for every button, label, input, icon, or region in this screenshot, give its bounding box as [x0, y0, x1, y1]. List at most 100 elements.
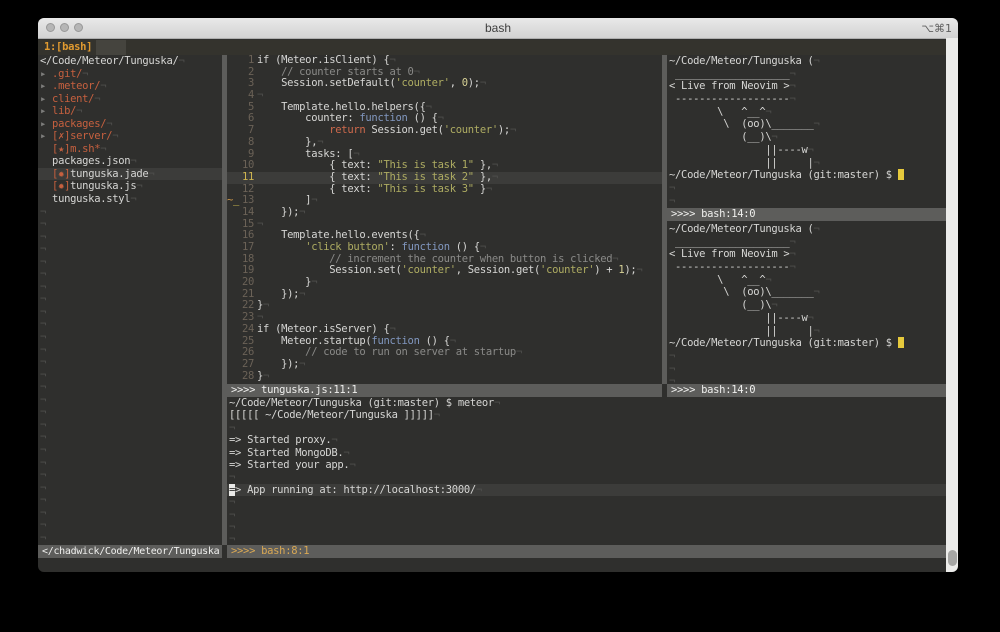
- terminal-line: ¬: [227, 533, 946, 545]
- terminal-line: < Live from Neovim >¬: [667, 248, 946, 261]
- terminal-line: || |¬: [667, 157, 946, 170]
- prompt-cursor: [898, 169, 904, 180]
- terminal-window: bash ⌥⌘1 1:[bash] </Code/Meteor/Tunguska…: [38, 18, 958, 572]
- tmux-window-block: [96, 40, 126, 55]
- tree-blank-line: ¬: [38, 494, 222, 507]
- tree-blank-line: ¬: [38, 318, 222, 331]
- tree-item-client-[interactable]: ▸ client/¬: [38, 93, 222, 106]
- terminal-line: ~/Code/Meteor/Tunguska (¬: [667, 223, 946, 236]
- terminal-line: ¬: [667, 375, 946, 384]
- line-number: 4: [240, 90, 254, 102]
- terminal-line: ¬: [227, 509, 946, 521]
- tree-blank-line: ¬: [38, 457, 222, 470]
- code-line-27[interactable]: 27 });¬: [227, 359, 662, 371]
- tree-item-m.sh-[interactable]: [★]m.sh*¬: [38, 143, 222, 156]
- terminal-line: ___________________¬: [667, 68, 946, 81]
- tree-blank-line: ¬: [38, 243, 222, 256]
- terminal-line: || |¬: [667, 325, 946, 338]
- gitgutter-sign: [227, 254, 240, 266]
- screen: bash ⌥⌘1 1:[bash] </Code/Meteor/Tunguska…: [0, 0, 1000, 632]
- tree-item-lib-[interactable]: ▸ lib/¬: [38, 105, 222, 118]
- gitgutter-sign: [227, 67, 240, 79]
- terminal-line: -------------------¬: [667, 261, 946, 274]
- scrollbar-thumb[interactable]: [948, 550, 957, 566]
- terminal-line: ¬: [667, 350, 946, 363]
- scrollbar-track[interactable]: [946, 38, 958, 572]
- terminal-line: ~/Code/Meteor/Tunguska (git:master) $: [667, 169, 946, 182]
- line-number: 17: [240, 242, 254, 254]
- terminal-line: ||----w¬: [667, 144, 946, 157]
- code-line-3[interactable]: 3 Session.setDefault('counter', 0);¬: [227, 78, 662, 90]
- tree-item-tunguska.styl[interactable]: tunguska.styl¬: [38, 193, 222, 206]
- terminal-line: => Started your app.¬: [227, 459, 946, 471]
- terminal-line: (__)\¬: [667, 131, 946, 144]
- tree-blank-line: ¬: [38, 419, 222, 432]
- terminal-line: ~/Code/Meteor/Tunguska (git:master) $: [667, 337, 946, 350]
- code-line-14[interactable]: 14 });¬: [227, 207, 662, 219]
- terminal-line: ¬: [667, 195, 946, 208]
- gitgutter-sign: [227, 207, 240, 219]
- tree-root[interactable]: </Code/Meteor/Tunguska/¬: [38, 55, 222, 68]
- terminal-pane-middle[interactable]: ~/Code/Meteor/Tunguska (¬ ______________…: [667, 223, 946, 384]
- gitgutter-sign: [227, 102, 240, 114]
- tree-blank-line: ¬: [38, 356, 222, 369]
- gitgutter-sign: [227, 324, 240, 336]
- terminal-line: => App running at: http://localhost:3000…: [227, 484, 946, 496]
- line-number: 11: [240, 172, 254, 184]
- nerdtree-pane[interactable]: </Code/Meteor/Tunguska/¬▸ .git/¬▸ .meteo…: [38, 55, 222, 545]
- gitgutter-sign: [227, 113, 240, 125]
- line-number: 14: [240, 207, 254, 219]
- window-title: bash: [38, 21, 958, 35]
- terminal-line: (__)\¬: [667, 299, 946, 312]
- gitgutter-sign: ~_: [227, 195, 240, 207]
- gitgutter-sign: [227, 137, 240, 149]
- code-line-21[interactable]: 21 });¬: [227, 289, 662, 301]
- line-number: 1: [240, 55, 254, 67]
- tree-item-.meteor-[interactable]: ▸ .meteor/¬: [38, 80, 222, 93]
- window-shortcut-badge: ⌥⌘1: [921, 22, 952, 35]
- tree-item-packages.json[interactable]: packages.json¬: [38, 155, 222, 168]
- terminal-line: ¬: [667, 363, 946, 376]
- tree-item-server-[interactable]: ▸ [✗]server/¬: [38, 130, 222, 143]
- gitgutter-sign: [227, 300, 240, 312]
- gitgutter-sign: [227, 230, 240, 242]
- line-number: 8: [240, 137, 254, 149]
- terminal-line: [[[[[ ~/Code/Meteor/Tunguska ]]]]]¬: [227, 409, 946, 421]
- tree-blank-line: ¬: [38, 469, 222, 482]
- gitgutter-sign: [227, 172, 240, 184]
- terminal-line: < Live from Neovim >¬: [667, 80, 946, 93]
- line-number: 24: [240, 324, 254, 336]
- tree-item-tunguska.js[interactable]: [✹]tunguska.js¬: [38, 180, 222, 193]
- status-bar-nerdtree: </chadwick/Code/Meteor/Tunguska: [38, 545, 222, 558]
- tree-blank-line: ¬: [38, 444, 222, 457]
- line-number: 27: [240, 359, 254, 371]
- editor-pane[interactable]: 1if (Meteor.isClient) {¬2 // counter sta…: [227, 55, 662, 384]
- tree-blank-line: ¬: [38, 394, 222, 407]
- terminal-pane-bottom[interactable]: ~/Code/Meteor/Tunguska (git:master) $ me…: [227, 397, 946, 545]
- window-titlebar[interactable]: bash ⌥⌘1: [38, 18, 958, 39]
- terminal-line: ¬: [227, 496, 946, 508]
- gitgutter-sign: [227, 312, 240, 324]
- code-line-28[interactable]: 28}¬: [227, 371, 662, 383]
- tmux-session-label[interactable]: 1:[bash]: [44, 41, 92, 53]
- tree-blank-line: ¬: [38, 206, 222, 219]
- tree-blank-line: ¬: [38, 331, 222, 344]
- status-bar-terminal-top: >>>> bash:14:0: [667, 208, 946, 221]
- tree-blank-line: ¬: [38, 218, 222, 231]
- tree-item-packages-[interactable]: ▸ packages/¬: [38, 118, 222, 131]
- tree-blank-line: ¬: [38, 268, 222, 281]
- tree-blank-line: ¬: [38, 532, 222, 545]
- code-line-22[interactable]: 22}¬: [227, 300, 662, 312]
- status-bar-editor: >>>> tunguska.js:11:1: [227, 384, 662, 397]
- gitgutter-sign: [227, 160, 240, 172]
- gitgutter-sign: [227, 78, 240, 90]
- terminal-line: \ ^__^¬: [667, 106, 946, 119]
- line-number: 28: [240, 371, 254, 383]
- status-bar-terminal-bottom: >>>> bash:8:1: [227, 545, 946, 558]
- tree-item-tunguska.jade[interactable]: [✹]tunguska.jade¬: [38, 168, 222, 181]
- tree-blank-line: ¬: [38, 519, 222, 532]
- terminal-pane-top[interactable]: ~/Code/Meteor/Tunguska (¬ ______________…: [667, 55, 946, 208]
- gitgutter-sign: [227, 347, 240, 359]
- tree-item-.git-[interactable]: ▸ .git/¬: [38, 68, 222, 81]
- gitgutter-sign: [227, 371, 240, 383]
